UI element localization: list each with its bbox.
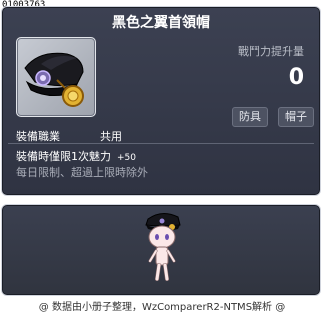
power-increase-label: 戰鬥力提升量 — [238, 45, 304, 58]
black-wing-captain-hat-icon — [24, 52, 84, 107]
tag-hat: 帽子 — [278, 107, 314, 127]
tag-armor: 防具 — [232, 107, 268, 127]
stat-line: 裝備時僅限1次魅力 +50 — [16, 148, 136, 164]
item-icon-frame — [16, 37, 96, 117]
limit-note: 每日限制、超過上限時除外 — [16, 166, 148, 179]
item-tooltip: 黑色之翼首領帽 戰鬥力提升量 0 防具 帽子 裝備職業 共用 裝備時僅限1次魅力… — [1, 6, 321, 196]
character-preview-panel — [1, 204, 321, 296]
character-preview — [145, 213, 181, 281]
stat-plus: +50 — [117, 153, 136, 163]
power-increase-value: 0 — [288, 65, 304, 90]
item-title: 黑色之翼首領帽 — [112, 15, 210, 31]
footer-credit: @ 数据由小册子整理，WzComparerR2-NTMS解析 @ — [38, 302, 286, 313]
job-value: 共用 — [100, 130, 122, 143]
divider — [8, 143, 314, 144]
job-label: 裝備職業 — [16, 130, 60, 143]
stat-text: 裝備時僅限1次魅力 — [16, 150, 111, 163]
